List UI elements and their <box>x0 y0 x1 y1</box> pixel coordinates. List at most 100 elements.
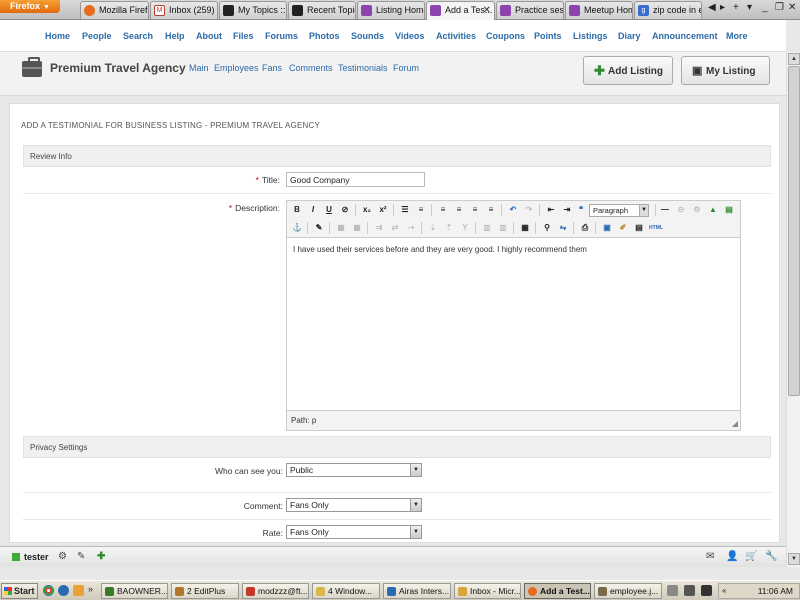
rate-privacy-select[interactable]: Fans Only ▼ <box>286 525 422 539</box>
browser-tab[interactable]: Recent Topic... <box>288 1 356 19</box>
cart-icon[interactable]: 🛒 <box>745 551 757 562</box>
nav-diary[interactable]: Diary <box>618 31 641 41</box>
strikethrough-icon[interactable]: ⊘ <box>339 204 351 216</box>
nav-listings[interactable]: Listings <box>573 31 608 41</box>
bullet-list-icon[interactable]: ☰ <box>399 204 411 216</box>
comment-privacy-select[interactable]: Fans Only ▼ <box>286 498 422 512</box>
replace-icon[interactable]: ⇋ <box>557 222 569 234</box>
nav-points[interactable]: Points <box>534 31 562 41</box>
italic-icon[interactable]: I <box>307 204 319 216</box>
taskbar-item[interactable]: BAOWNER... <box>101 583 168 599</box>
insert-row-icon[interactable]: ⇉ <box>373 222 385 234</box>
underline-icon[interactable]: U <box>323 204 335 216</box>
table-cell-icon[interactable]: ▦ <box>351 222 363 234</box>
add-listing-button[interactable]: ✚ Add Listing <box>583 56 673 85</box>
row-props-icon[interactable]: ▥ <box>481 222 493 234</box>
horizontal-rule-icon[interactable]: — <box>659 204 671 216</box>
monitor-icon[interactable] <box>684 585 695 596</box>
nav-coupons[interactable]: Coupons <box>486 31 525 41</box>
browser-tab-active[interactable]: Add a Tes... ✕ <box>426 1 495 20</box>
align-center-icon[interactable]: ≡ <box>453 204 465 216</box>
subnav-forum[interactable]: Forum <box>393 63 419 73</box>
nav-videos[interactable]: Videos <box>395 31 424 41</box>
my-listing-button[interactable]: ▣ My Listing <box>681 56 770 85</box>
browser-tab[interactable]: Mozilla Firefo... <box>80 1 149 19</box>
nav-photos[interactable]: Photos <box>309 31 340 41</box>
taskbar-item[interactable]: employee.j... <box>594 583 662 599</box>
subnav-employees[interactable]: Employees <box>214 63 259 73</box>
cleanup-icon[interactable]: ⚙ <box>691 204 703 216</box>
gear-icon[interactable]: ⚙ <box>58 551 67 562</box>
business-title[interactable]: Premium Travel Agency <box>50 61 186 75</box>
nav-announcement[interactable]: Announcement <box>652 31 718 41</box>
clock[interactable]: 11:06 AM <box>758 586 793 596</box>
user-status[interactable]: tester <box>12 552 49 562</box>
redo-icon[interactable]: ↷ <box>523 204 535 216</box>
taskbar-item-active[interactable]: Add a Test... <box>524 583 591 599</box>
taskbar-item[interactable]: Inbox - Micr... <box>454 583 521 599</box>
insert-image-icon[interactable]: ▲ <box>707 204 719 216</box>
browser-tab[interactable]: Listing Home <box>357 1 425 19</box>
title-input[interactable] <box>286 172 425 187</box>
blockquote-icon[interactable]: ❝ <box>575 204 587 216</box>
description-editor-area[interactable]: I have used their services before and th… <box>287 237 740 411</box>
scroll-down-icon[interactable]: ▼ <box>788 553 800 565</box>
tab-scroll-icon[interactable]: ◀ <box>708 2 716 13</box>
user-icon[interactable]: 👤 <box>726 551 738 562</box>
plus-icon[interactable]: ✚ <box>97 551 105 562</box>
restore-icon[interactable]: ❐ <box>775 2 784 13</box>
taskbar-item[interactable]: modzzz@ft... <box>242 583 309 599</box>
browser-tab[interactable]: M Inbox (259) - ... <box>150 1 218 19</box>
tool-icon[interactable] <box>667 585 678 596</box>
find-icon[interactable]: ⚲ <box>541 222 553 234</box>
nav-more[interactable]: More <box>726 31 748 41</box>
minimize-icon[interactable]: _ <box>762 2 768 13</box>
align-left-icon[interactable]: ≡ <box>437 204 449 216</box>
nav-search[interactable]: Search <box>123 31 153 41</box>
edit-icon[interactable]: ✎ <box>313 222 325 234</box>
nav-help[interactable]: Help <box>165 31 185 41</box>
delete-col-icon[interactable]: ⇡ <box>443 222 455 234</box>
close-window-icon[interactable]: ✕ <box>788 2 796 13</box>
fullscreen-icon[interactable]: ▣ <box>601 222 613 234</box>
taskbar-item[interactable]: 4 Window... <box>312 583 380 599</box>
browser-tab[interactable]: g zip code in el... <box>634 1 702 19</box>
format-select[interactable]: Paragraph ▼ <box>589 204 649 217</box>
outdent-icon[interactable]: ⇤ <box>545 204 557 216</box>
print-icon[interactable]: ⎙ <box>579 222 591 234</box>
nav-activities[interactable]: Activities <box>436 31 476 41</box>
subnav-fans[interactable]: Fans <box>262 63 282 73</box>
split-cell-icon[interactable]: ⇢ <box>405 222 417 234</box>
taskbar-item[interactable]: Airas Inters... <box>383 583 451 599</box>
unlink-icon[interactable]: ⊖ <box>675 204 687 216</box>
scroll-thumb[interactable] <box>788 66 800 396</box>
page-scrollbar[interactable]: ▲ ▼ <box>786 52 800 567</box>
table-icon[interactable]: ▦ <box>519 222 531 234</box>
media-icon[interactable]: ▤ <box>723 204 735 216</box>
align-justify-icon[interactable]: ≡ <box>485 204 497 216</box>
nav-sounds[interactable]: Sounds <box>351 31 384 41</box>
nav-people[interactable]: People <box>82 31 112 41</box>
chrome-icon[interactable] <box>43 585 54 596</box>
paste-icon[interactable]: ▤ <box>633 222 645 234</box>
ie-icon[interactable] <box>58 585 69 596</box>
nav-forums[interactable]: Forums <box>265 31 298 41</box>
numbered-list-icon[interactable]: ≡ <box>415 204 427 216</box>
start-button[interactable]: Start <box>1 583 38 599</box>
firefox-menu-button[interactable]: Firefox ▼ <box>0 0 60 13</box>
chevron-right-icon[interactable]: » <box>88 584 93 594</box>
taskbar-item[interactable]: 2 EditPlus <box>171 583 239 599</box>
resize-grip-icon[interactable]: ◢ <box>732 419 738 428</box>
list-all-tabs-icon[interactable]: ▾ <box>747 2 752 13</box>
who-can-see-select[interactable]: Public ▼ <box>286 463 422 477</box>
subnav-testimonials[interactable]: Testimonials <box>338 63 388 73</box>
browser-tab[interactable]: Meetup Home <box>565 1 633 19</box>
nav-home[interactable]: Home <box>45 31 70 41</box>
subnav-main[interactable]: Main <box>189 63 209 73</box>
nav-about[interactable]: About <box>196 31 222 41</box>
table-props-icon[interactable]: ▦ <box>335 222 347 234</box>
merge-cell-icon[interactable]: Y <box>459 222 471 234</box>
tray-expand-icon[interactable]: « <box>722 586 726 595</box>
html-source-icon[interactable]: HTML <box>649 222 663 234</box>
delete-row-icon[interactable]: ⇄ <box>389 222 401 234</box>
